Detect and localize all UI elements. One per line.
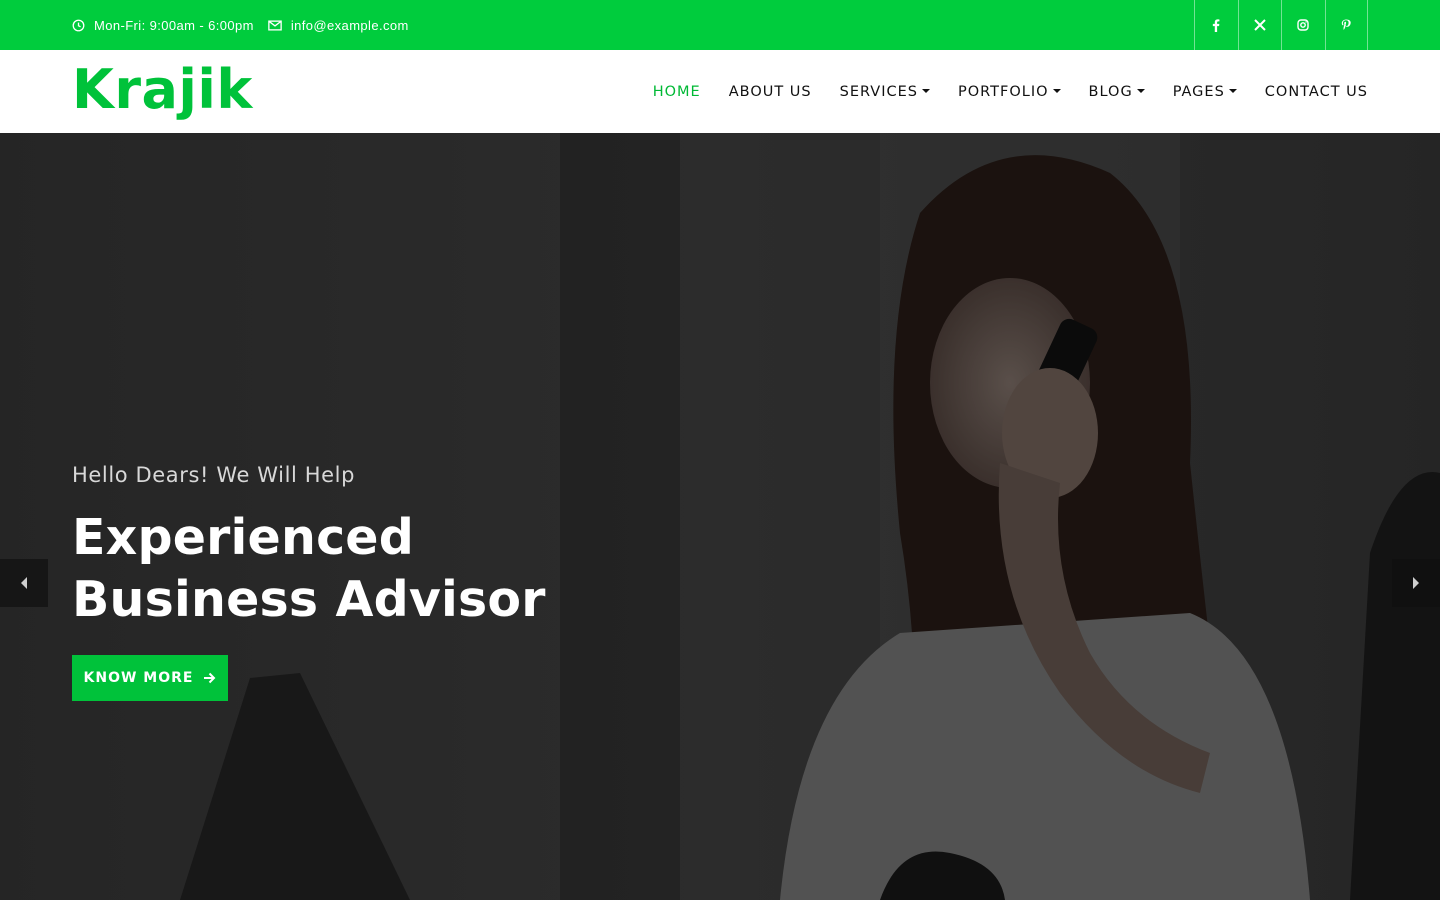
menu-item-home[interactable]: HOME [653, 84, 701, 100]
menu-item-label: HOME [652, 83, 701, 100]
menu-item-label: PAGES [1172, 83, 1225, 100]
x-twitter-icon [1254, 19, 1266, 31]
clock-icon [72, 19, 85, 31]
main-menu: HOME ABOUT US SERVICES PORTFOLIO BLOG PA… [625, 50, 1368, 133]
menu-item-pages[interactable]: PAGES [1173, 84, 1237, 100]
facebook-link[interactable] [1194, 0, 1238, 50]
x-twitter-link[interactable] [1237, 0, 1282, 50]
menu-item-blog[interactable]: BLOG [1089, 84, 1145, 100]
site-logo[interactable]: Krajik [72, 60, 253, 120]
pinterest-icon [1342, 19, 1351, 30]
menu-item-about-us[interactable]: ABOUT US [729, 84, 812, 100]
slider-prev-button[interactable] [0, 559, 48, 607]
caret-down-icon [921, 88, 930, 93]
caret-down-icon [1136, 88, 1145, 93]
menu-item-portfolio[interactable]: PORTFOLIO [958, 84, 1061, 100]
facebook-icon [1213, 18, 1220, 32]
top-bar: Mon-Fri: 9:00am - 6:00pm info@example.co… [0, 0, 1440, 50]
caret-down-icon [1052, 88, 1061, 93]
menu-item-label: BLOG [1088, 83, 1133, 100]
hero-kicker: Hello Dears! We Will Help [72, 463, 356, 487]
hours-text: Mon-Fri: 9:00am - 6:00pm [94, 17, 254, 33]
social-links [1194, 0, 1368, 50]
caret-right-icon [1413, 577, 1419, 589]
hours-item: Mon-Fri: 9:00am - 6:00pm [72, 18, 254, 33]
menu-item-label: CONTACT US [1264, 83, 1368, 100]
arrow-right-icon [204, 672, 216, 684]
instagram-icon [1297, 19, 1309, 31]
pinterest-link[interactable] [1324, 0, 1368, 50]
envelope-icon [268, 19, 282, 31]
caret-left-icon [21, 577, 27, 589]
email-text[interactable]: info@example.com [291, 18, 409, 33]
hero-content: Hello Dears! We Will Help Experienced Bu… [72, 463, 772, 701]
hero-headline: Experienced Business Advisor [72, 509, 546, 628]
menu-item-contact-us[interactable]: CONTACT US [1265, 84, 1368, 100]
instagram-link[interactable] [1281, 0, 1325, 50]
menu-item-services[interactable]: SERVICES [840, 84, 930, 100]
caret-down-icon [1228, 88, 1237, 93]
main-navbar: Krajik HOME ABOUT US SERVICES PORTFOLIO … [0, 50, 1440, 133]
menu-item-label: ABOUT US [728, 83, 812, 100]
know-more-button[interactable]: KNOW MORE [72, 655, 228, 701]
hero-slider: Hello Dears! We Will Help Experienced Bu… [0, 133, 1440, 900]
know-more-label: KNOW MORE [83, 670, 194, 686]
menu-item-label: PORTFOLIO [957, 83, 1049, 100]
email-item[interactable]: info@example.com [268, 18, 409, 33]
menu-item-label: SERVICES [839, 83, 918, 100]
slider-next-button[interactable] [1392, 559, 1440, 607]
contact-info: Mon-Fri: 9:00am - 6:00pm info@example.co… [72, 0, 423, 50]
